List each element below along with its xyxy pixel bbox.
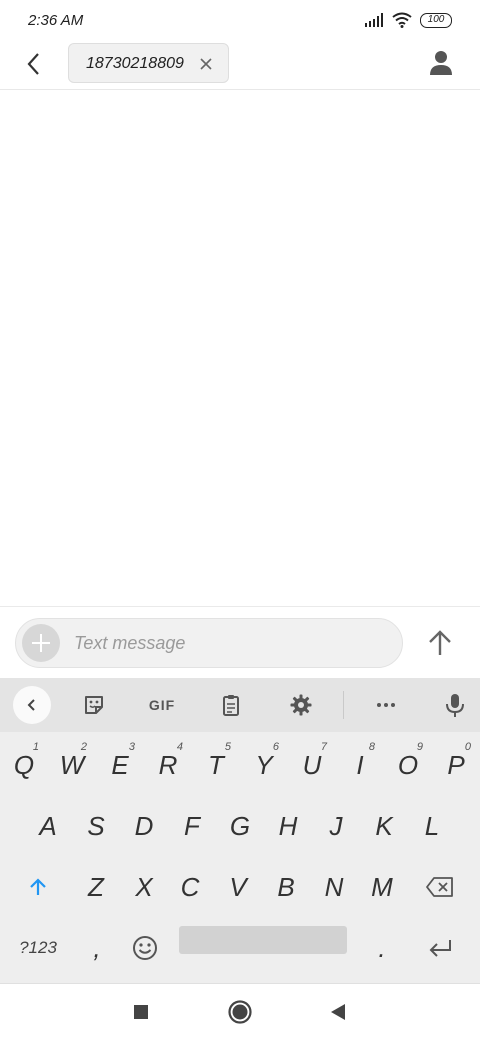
chevron-left-icon — [27, 53, 39, 75]
remove-recipient-button[interactable] — [198, 56, 214, 72]
emoji-key[interactable] — [121, 917, 169, 979]
symbols-key[interactable]: ?123 — [10, 917, 66, 979]
recipient-chip[interactable]: 18730218809 — [68, 43, 229, 83]
key-a[interactable]: A — [24, 795, 72, 857]
gear-icon — [290, 694, 312, 716]
key-y[interactable]: Y6 — [240, 734, 288, 796]
message-input[interactable] — [74, 619, 394, 667]
battery-icon: 100 — [420, 12, 452, 28]
key-z[interactable]: Z — [72, 856, 120, 918]
key-row-1: Q1 W2 E3 R4 T5 Y6 U7 I8 O9 P0 — [0, 734, 480, 796]
gif-button[interactable]: GIF — [140, 686, 184, 724]
collapse-toolbar-button[interactable] — [13, 686, 51, 724]
status-bar: 2:36 AM 100 — [0, 0, 480, 42]
status-time: 2:36 AM — [28, 12, 84, 29]
signal-icon — [365, 13, 383, 27]
more-options-button[interactable] — [368, 686, 404, 724]
key-row-4: ?123 , . — [0, 917, 480, 979]
send-button[interactable] — [422, 625, 458, 661]
key-x[interactable]: X — [120, 856, 168, 918]
compose-field — [15, 618, 403, 668]
wifi-icon — [392, 12, 412, 28]
key-f[interactable]: F — [168, 795, 216, 857]
microphone-icon — [446, 694, 464, 717]
back-nav-button[interactable] — [324, 998, 352, 1026]
key-row-2: A S D F G H J K L — [0, 795, 480, 857]
close-icon — [200, 58, 212, 70]
recipient-number: 18730218809 — [86, 55, 184, 72]
square-icon — [134, 1005, 148, 1019]
key-r[interactable]: R4 — [144, 734, 192, 796]
enter-icon — [429, 940, 451, 957]
clipboard-icon — [223, 695, 239, 716]
key-c[interactable]: C — [166, 856, 214, 918]
key-v[interactable]: V — [214, 856, 262, 918]
gif-label: GIF — [148, 697, 176, 713]
triangle-back-icon — [331, 1004, 345, 1020]
key-p[interactable]: P0 — [432, 734, 480, 796]
conversation-area — [0, 91, 480, 606]
key-l[interactable]: L — [408, 795, 456, 857]
voice-input-button[interactable] — [437, 686, 473, 724]
person-icon — [430, 51, 452, 75]
status-icons: 100 — [364, 12, 452, 28]
key-u[interactable]: U7 — [288, 734, 336, 796]
system-nav-bar — [0, 983, 480, 1040]
period-key[interactable]: . — [358, 917, 406, 979]
key-q[interactable]: Q1 — [0, 734, 48, 796]
more-horizontal-icon — [377, 703, 395, 707]
backspace-icon — [426, 877, 453, 897]
attach-button[interactable] — [22, 624, 60, 662]
shift-arrow-icon — [30, 878, 46, 895]
keyboard: GIF Q 1 W 2 E 3 R 4 T 5 Y 6 U 7 I 8 O 9 … — [0, 678, 480, 983]
conversation-header: 18730218809 — [0, 42, 480, 90]
key-s[interactable]: S — [72, 795, 120, 857]
key-row-3: Z X C V B N M — [0, 856, 480, 918]
back-button[interactable] — [20, 50, 48, 78]
toolbar-divider — [343, 691, 344, 719]
clipboard-button[interactable] — [213, 686, 249, 724]
add-contact-button[interactable] — [426, 48, 456, 78]
compose-bar — [0, 606, 480, 678]
key-m[interactable]: M — [358, 856, 406, 918]
space-bar[interactable] — [179, 926, 347, 954]
sticker-icon — [85, 696, 103, 714]
sticker-button[interactable] — [76, 686, 112, 724]
shift-key[interactable] — [14, 856, 62, 918]
enter-key[interactable] — [416, 917, 464, 979]
key-t[interactable]: T5 — [192, 734, 240, 796]
key-k[interactable]: K — [360, 795, 408, 857]
key-g[interactable]: G — [216, 795, 264, 857]
emoji-icon — [133, 936, 157, 960]
key-w[interactable]: W2 — [48, 734, 96, 796]
backspace-key[interactable] — [416, 856, 464, 918]
arrow-up-icon — [429, 630, 451, 655]
recents-button[interactable] — [127, 998, 155, 1026]
key-d[interactable]: D — [120, 795, 168, 857]
chevron-left-icon — [27, 699, 35, 711]
key-o[interactable]: O9 — [384, 734, 432, 796]
key-i[interactable]: I8 — [336, 734, 384, 796]
keyboard-toolbar: GIF — [0, 678, 480, 732]
settings-button[interactable] — [283, 686, 319, 724]
home-circle-icon — [228, 1000, 252, 1024]
key-b[interactable]: B — [262, 856, 310, 918]
key-h[interactable]: H — [264, 795, 312, 857]
key-j[interactable]: J — [312, 795, 360, 857]
home-button[interactable] — [226, 998, 254, 1026]
comma-key[interactable]: , — [73, 917, 121, 979]
key-n[interactable]: N — [310, 856, 358, 918]
key-e[interactable]: E3 — [96, 734, 144, 796]
